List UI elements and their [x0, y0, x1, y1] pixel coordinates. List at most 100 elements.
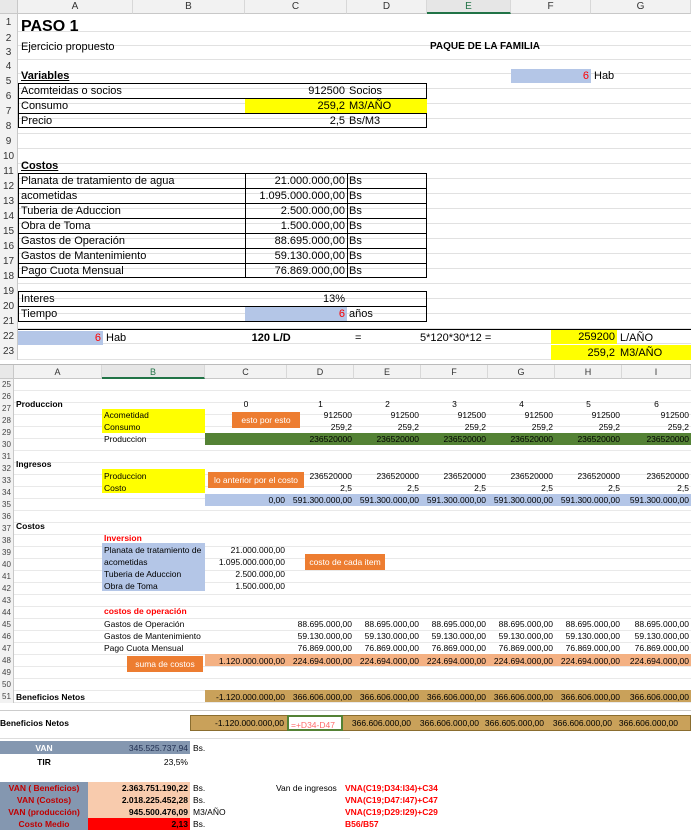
col2-header-c[interactable]: C — [205, 365, 287, 379]
costos-total-value: 224.694.000,00 — [426, 656, 486, 666]
row2-header-49[interactable]: 49 — [0, 667, 14, 679]
row-header-1[interactable]: 1 — [0, 14, 18, 32]
row2-header-47[interactable]: 47 — [0, 643, 14, 655]
col-header-g[interactable]: G — [591, 0, 691, 14]
row2-header-41[interactable]: 41 — [0, 571, 14, 583]
row2-header-51[interactable]: 51 — [0, 691, 14, 703]
col2-header-a[interactable]: A — [14, 365, 102, 379]
row-header-9[interactable]: 9 — [0, 134, 18, 149]
row-header-23[interactable]: 23 — [0, 344, 18, 360]
inversion-label: Obra de Toma — [104, 581, 158, 591]
van-row-value[interactable]: 2,13 — [88, 818, 188, 830]
col2-header-f[interactable]: F — [421, 365, 488, 379]
var-value-precio[interactable]: 2,5 — [245, 114, 345, 128]
row-header-4[interactable]: 4 — [0, 60, 18, 74]
col-header-d[interactable]: D — [347, 0, 427, 14]
grid-row — [14, 511, 691, 523]
col2-header-h[interactable]: H — [555, 365, 622, 379]
van-value[interactable]: 345.525.737,94 — [88, 742, 188, 754]
row2-header-33[interactable]: 33 — [0, 475, 14, 487]
row2-header-35[interactable]: 35 — [0, 499, 14, 511]
row22-value[interactable]: 259,2 — [551, 346, 617, 360]
row2-header-36[interactable]: 36 — [0, 511, 14, 523]
row2-header-50[interactable]: 50 — [0, 679, 14, 691]
cost-value[interactable]: 21.000.000,00 — [245, 174, 345, 188]
cost-label: Tuberia de Aduccion — [21, 205, 121, 217]
row21-ld-value[interactable]: 120 — [205, 331, 270, 345]
row2-header-27[interactable]: 27 — [0, 403, 14, 415]
row-header-6[interactable]: 6 — [0, 89, 18, 104]
row-header-13[interactable]: 13 — [0, 194, 18, 209]
row-header-11[interactable]: 11 — [0, 164, 18, 179]
row-header-17[interactable]: 17 — [0, 254, 18, 269]
row2-header-25[interactable]: 25 — [0, 379, 14, 391]
row2-header-38[interactable]: 38 — [0, 535, 14, 547]
col2-header-b[interactable]: B — [102, 365, 205, 379]
tir-value[interactable]: 23,5% — [88, 756, 188, 768]
select-all-corner-2[interactable] — [0, 365, 14, 379]
row2-header-29[interactable]: 29 — [0, 427, 14, 439]
row2-header-26[interactable]: 26 — [0, 391, 14, 403]
ing-produccion-label: Produccion — [104, 471, 147, 481]
editing-formula-cell[interactable]: =+D34-D47 — [287, 715, 343, 731]
row-header-15[interactable]: 15 — [0, 224, 18, 239]
row2-header-45[interactable]: 45 — [0, 619, 14, 631]
row-header-3[interactable]: 3 — [0, 46, 18, 60]
tiempo-value[interactable]: 6 — [245, 307, 347, 321]
col-header-f[interactable]: F — [511, 0, 591, 14]
row-header-16[interactable]: 16 — [0, 239, 18, 254]
row2-header-37[interactable]: 37 — [0, 523, 14, 535]
consumo-value: 259,2 — [531, 422, 553, 432]
row2-header-40[interactable]: 40 — [0, 559, 14, 571]
row21-result[interactable]: 259200 — [551, 330, 617, 344]
row-header-2[interactable]: 2 — [0, 32, 18, 46]
cost-value[interactable]: 88.695.000,00 — [245, 234, 345, 248]
row-header-12[interactable]: 12 — [0, 179, 18, 194]
var-value-socios[interactable]: 912500 — [245, 84, 345, 98]
col-header-a[interactable]: A — [18, 0, 133, 14]
row2-header-42[interactable]: 42 — [0, 583, 14, 595]
interes-value[interactable]: 13% — [245, 292, 345, 306]
row2-header-43[interactable]: 43 — [0, 595, 14, 607]
inversion-value: 1.095.000.000,00 — [218, 557, 285, 567]
row2-header-44[interactable]: 44 — [0, 607, 14, 619]
row2-header-34[interactable]: 34 — [0, 487, 14, 499]
cost-value[interactable]: 1.500.000,00 — [245, 219, 345, 233]
col-header-c[interactable]: C — [245, 0, 347, 14]
col2-header-i[interactable]: I — [622, 365, 691, 379]
row-header-19[interactable]: 19 — [0, 284, 18, 299]
row2-header-28[interactable]: 28 — [0, 415, 14, 427]
row-header-10[interactable]: 10 — [0, 149, 18, 164]
var-value-consumo[interactable]: 259,2 — [245, 99, 345, 113]
row-header-8[interactable]: 8 — [0, 119, 18, 134]
van-row-value[interactable]: 2.363.751.190,22 — [88, 782, 188, 794]
row2-header-48[interactable]: 48 — [0, 655, 14, 667]
produccion-value: 236520000 — [577, 434, 620, 444]
cost-value[interactable]: 1.095.000.000,00 — [245, 189, 345, 203]
van-row-value[interactable]: 945.500.476,09 — [88, 806, 188, 818]
row21-hab-value[interactable]: 6 — [18, 331, 103, 345]
row-header-22[interactable]: 22 — [0, 329, 18, 344]
row-header-20[interactable]: 20 — [0, 299, 18, 314]
van-row-value[interactable]: 2.018.225.452,28 — [88, 794, 188, 806]
col-header-b[interactable]: B — [133, 0, 245, 14]
row-header-18[interactable]: 18 — [0, 269, 18, 284]
col2-header-g[interactable]: G — [488, 365, 555, 379]
cost-value[interactable]: 2.500.000,00 — [245, 204, 345, 218]
col2-header-e[interactable]: E — [354, 365, 421, 379]
cost-value[interactable]: 59.130.000,00 — [245, 249, 345, 263]
col2-header-d[interactable]: D — [287, 365, 354, 379]
select-all-corner[interactable] — [0, 0, 18, 14]
hab-value-cell[interactable]: 6 — [511, 69, 591, 83]
row2-header-31[interactable]: 31 — [0, 451, 14, 463]
row-header-21[interactable]: 21 — [0, 314, 18, 329]
row2-header-46[interactable]: 46 — [0, 631, 14, 643]
row2-header-32[interactable]: 32 — [0, 463, 14, 475]
cost-value[interactable]: 76.869.000,00 — [245, 264, 345, 278]
col-header-e[interactable]: E — [427, 0, 511, 14]
row-header-7[interactable]: 7 — [0, 104, 18, 119]
row2-header-39[interactable]: 39 — [0, 547, 14, 559]
row-header-14[interactable]: 14 — [0, 209, 18, 224]
row-header-5[interactable]: 5 — [0, 74, 18, 89]
row2-header-30[interactable]: 30 — [0, 439, 14, 451]
